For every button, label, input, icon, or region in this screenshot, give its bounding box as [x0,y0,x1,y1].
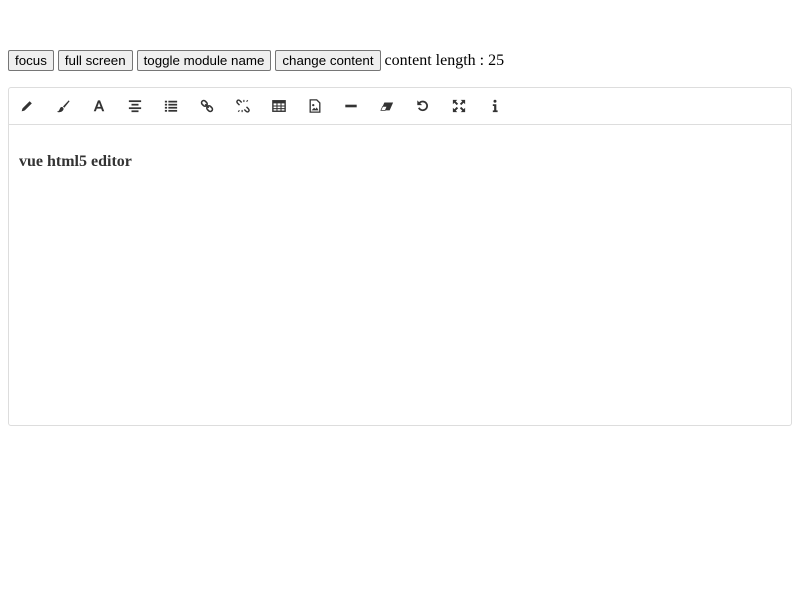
html5-editor: vue html5 editor [8,87,792,426]
info-icon[interactable] [477,88,513,124]
link-icon[interactable] [189,88,225,124]
change-content-button[interactable]: change content [275,50,381,71]
content-length-text: content length : 25 [385,50,505,71]
eraser-icon[interactable] [369,88,405,124]
align-icon[interactable] [117,88,153,124]
pencil-icon[interactable] [9,88,45,124]
font-icon[interactable] [81,88,117,124]
undo-icon[interactable] [405,88,441,124]
fullscreen-icon[interactable] [441,88,477,124]
image-icon[interactable] [297,88,333,124]
content-length-value: 25 [488,52,505,69]
editor-toolbar [9,88,791,125]
demo-controls: focus full screen toggle module name cha… [8,50,504,71]
content-length-label: content length : [384,52,489,69]
toggle-module-name-button[interactable]: toggle module name [136,50,272,71]
unlink-icon[interactable] [225,88,261,124]
hr-icon[interactable] [333,88,369,124]
editor-content[interactable]: vue html5 editor [9,125,791,181]
full-screen-button[interactable]: full screen [57,50,133,71]
table-icon[interactable] [261,88,297,124]
focus-button[interactable]: focus [8,50,54,71]
brush-icon[interactable] [45,88,81,124]
list-icon[interactable] [153,88,189,124]
